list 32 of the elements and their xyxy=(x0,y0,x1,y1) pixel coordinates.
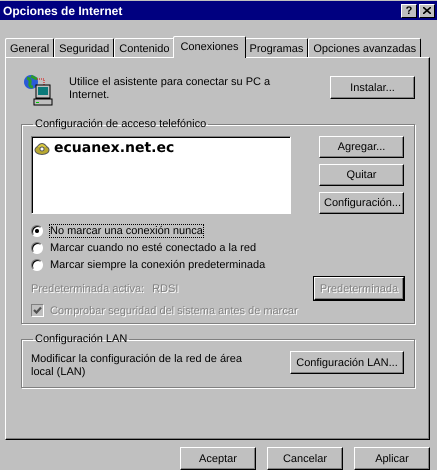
dialog-button[interactable]: Aceptar xyxy=(180,447,256,470)
dialup-button[interactable]: Configuración... xyxy=(319,192,404,214)
tab[interactable]: Conexiones xyxy=(173,36,246,58)
default-connection-value: RDSI xyxy=(152,282,178,294)
dialog-button[interactable]: Cancelar xyxy=(267,447,343,470)
group-title: Configuración LAN xyxy=(34,333,128,345)
tab[interactable]: Seguridad xyxy=(54,38,114,57)
tab[interactable]: Programas xyxy=(244,38,308,57)
dialog-button[interactable]: Aplicar xyxy=(354,447,430,470)
tab[interactable]: Contenido xyxy=(114,38,174,57)
check-icon xyxy=(33,306,42,315)
radio-button[interactable] xyxy=(31,242,43,254)
tab[interactable]: General xyxy=(5,38,54,57)
group-title: Configuración de acceso telefónico xyxy=(34,118,208,130)
radio-option[interactable]: Marcar siempre la conexión predeterminada xyxy=(31,259,404,271)
lan-settings-button[interactable]: Configuración LAN... xyxy=(290,351,404,374)
close-icon xyxy=(423,7,431,14)
radio-button[interactable] xyxy=(31,259,43,271)
tab[interactable]: Opciones avanzadas xyxy=(308,38,422,57)
help-button[interactable]: ? xyxy=(401,4,417,18)
radio-option[interactable]: No marcar una conexión nunca xyxy=(31,225,404,237)
install-button[interactable]: Instalar... xyxy=(330,76,415,99)
lan-description: Modificar la configuración de la red de área local (LAN) xyxy=(31,352,243,379)
radio-option[interactable]: Marcar cuando no esté conectado a la red xyxy=(31,242,404,254)
dialup-button[interactable]: Quitar xyxy=(319,164,404,186)
dialup-button[interactable]: Agregar... xyxy=(319,136,404,158)
window-title: Opciones de Internet xyxy=(3,4,122,18)
default-connection-label: Predeterminada activa: xyxy=(31,282,144,294)
connection-item[interactable]: ecuanex.net.ec xyxy=(54,140,174,156)
setup-description: Utilice el asistente para conectar su PC a Internet. xyxy=(69,75,272,102)
close-button[interactable] xyxy=(419,4,435,18)
radio-button[interactable] xyxy=(31,225,43,237)
